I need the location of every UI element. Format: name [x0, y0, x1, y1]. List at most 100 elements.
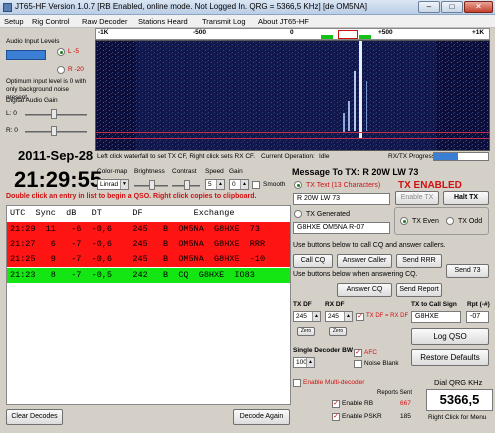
gain-value: 0 [232, 181, 236, 188]
tx-even-option[interactable]: TX Even [398, 215, 439, 228]
noise-blank-checkbox[interactable] [354, 360, 362, 368]
restore-defaults-button[interactable]: Restore Defaults [411, 349, 489, 366]
rpt-label: Rpt (-#) [467, 301, 490, 308]
answer-cq-button[interactable]: Answer CQ [337, 283, 392, 297]
tx-odd-label: TX Odd [458, 218, 483, 225]
spinner-icon: ▲ [216, 180, 224, 189]
digital-gain-label: Digital Audio Gain [6, 97, 58, 104]
tx-text-radio[interactable] [294, 181, 302, 189]
send-report-button[interactable]: Send Report [396, 283, 442, 297]
call-sign-input[interactable]: G8HXE [411, 311, 461, 323]
rpt-input[interactable]: -07 [466, 311, 489, 323]
decode-again-button[interactable]: Decode Again [233, 409, 290, 425]
halt-tx-button[interactable]: Halt TX [443, 191, 489, 205]
right-click-hint: Right Click for Menu [428, 414, 487, 421]
enable-tx-button[interactable]: Enable TX [395, 191, 439, 205]
brightness-slider[interactable] [149, 180, 155, 190]
rx-df-spinner[interactable]: 245 ▲ [325, 311, 353, 322]
dial-frequency-display[interactable]: 5366,5 [426, 389, 493, 411]
menu-rig-control[interactable]: Rig Control [32, 17, 70, 26]
smooth-checkbox[interactable] [252, 181, 260, 189]
log-qso-button[interactable]: Log QSO [411, 328, 489, 345]
send-73-button[interactable]: Send 73 [446, 264, 489, 278]
tx-text-input[interactable]: R 20W LW 73 [293, 193, 390, 205]
speed-label: Speed [205, 168, 224, 175]
date-display: 2011-Sep-28 [18, 148, 94, 163]
menu-setup[interactable]: Setup [4, 17, 24, 26]
tx-enabled-status: TX ENABLED [398, 180, 462, 191]
pskr-count: 185 [400, 413, 411, 420]
tx-generated-option[interactable]: TX Generated [292, 208, 350, 221]
rxtx-progress-fill [434, 153, 459, 160]
tx-generated-input[interactable]: G8HXE OM5NA R-07 [293, 222, 390, 234]
spinner-icon: ▲ [306, 358, 314, 367]
call-cq-button[interactable]: Call CQ [293, 254, 333, 268]
left-channel-radio[interactable] [57, 48, 65, 56]
decode-row[interactable]: 21:25 9 -7 -0,6 245 B OM5NA G8HXE -10 [7, 252, 290, 267]
decode-row[interactable]: 21:29 11 -6 -0,6 245 B OM5NA G8HXE 73 [7, 222, 290, 237]
brightness-label: Brightness [134, 168, 165, 175]
tx-odd-option[interactable]: TX Odd [444, 215, 482, 228]
tx-even-radio[interactable] [400, 217, 408, 225]
maximize-button[interactable]: □ [441, 1, 463, 13]
tick-label: -500 [193, 29, 207, 36]
right-channel-radio[interactable] [57, 66, 65, 74]
tick-label: -1K [98, 29, 109, 36]
rx-marker [321, 35, 333, 39]
answer-caller-button[interactable]: Answer Caller [337, 254, 392, 268]
tx-text-option[interactable]: TX Text (13 Characters) [292, 179, 380, 192]
decode-row[interactable]: 21:27 6 -7 -0,6 245 B OM5NA G8HXE RRR [7, 237, 290, 252]
rb-count: 667 [400, 400, 411, 407]
left-channel-label: L -5 [68, 48, 79, 55]
contrast-slider[interactable] [184, 180, 190, 190]
tx-odd-radio[interactable] [446, 217, 454, 225]
tx-eq-rx-checkbox[interactable]: ✓ [356, 313, 364, 321]
single-bw-spinner[interactable]: 100 ▲ [293, 357, 315, 368]
gain-l-label: L: 0 [6, 110, 17, 117]
colormap-select[interactable]: Linrad ▼ [97, 179, 129, 190]
waterfall-hint: Left click waterfall to set TX CF, Right… [97, 153, 256, 160]
gain-spinner[interactable]: 0 ▲ [229, 179, 249, 190]
rxtx-progress-label: RX/TX Progress [388, 153, 435, 160]
afc-checkbox[interactable]: ✓ [354, 349, 362, 357]
multi-decoder-checkbox[interactable] [293, 379, 301, 387]
noise-blank-label: Noise Blank [364, 360, 399, 367]
colormap-value: Linrad [100, 181, 119, 188]
title-bar: JT65-HF Version 1.0.7 [RB Enabled, onlin… [0, 0, 495, 15]
decode-row[interactable]: 21:23 8 -7 -0,5 242 B CQ G8HXE IO83 [7, 268, 290, 283]
chevron-down-icon: ▼ [120, 180, 128, 189]
gain-l-slider[interactable] [51, 109, 57, 119]
rx-df-value: 245 [328, 313, 339, 320]
menu-transmit-log[interactable]: Transmit Log [202, 17, 246, 26]
enable-rb-checkbox[interactable]: ✓ [332, 400, 340, 408]
close-button[interactable]: ✕ [464, 1, 493, 13]
tx-df-spinner[interactable]: 245 ▲ [293, 311, 321, 322]
gain-r-slider[interactable] [51, 126, 57, 136]
gain-r-label: R: 0 [6, 127, 18, 134]
send-rrr-button[interactable]: Send RRR [396, 254, 442, 268]
clear-decodes-button[interactable]: Clear Decodes [6, 409, 63, 425]
speed-spinner[interactable]: 5 ▲ [205, 179, 225, 190]
rx-df-zero-button[interactable]: Zero [329, 327, 347, 336]
decode-list-header: UTC Sync dB DT DF Exchange [10, 208, 235, 218]
enable-pskr-checkbox[interactable]: ✓ [332, 413, 340, 421]
rx-marker [359, 35, 371, 39]
tx-marker [338, 30, 358, 39]
tx-generated-label: TX Generated [306, 211, 350, 218]
menu-stations-heard[interactable]: Stations Heard [138, 17, 188, 26]
tx-df-zero-button[interactable]: Zero [297, 327, 315, 336]
audio-input-label: Audio Input Levels [6, 38, 60, 45]
tx-generated-radio[interactable] [294, 210, 302, 218]
tx-eq-rx-label: TX DF = RX DF [366, 313, 409, 319]
menu-raw-decoder[interactable]: Raw Decoder [82, 17, 127, 26]
spinner-icon: ▲ [344, 312, 352, 321]
minimize-button[interactable]: ‒ [418, 1, 440, 13]
menu-bar: Setup Rig Control Raw Decoder Stations H… [0, 15, 495, 28]
answer-hint: Use buttons below when answering CQ. [293, 271, 418, 278]
decode-list[interactable]: UTC Sync dB DT DF Exchange 21:29 11 -6 -… [6, 205, 291, 405]
frequency-scale: -1K -500 0 +500 +1K [95, 28, 490, 40]
waterfall-display[interactable] [95, 40, 490, 151]
menu-about[interactable]: About JT65-HF [258, 17, 309, 26]
dial-label: Dial QRG KHz [434, 378, 483, 387]
tick-label: 0 [290, 29, 294, 36]
